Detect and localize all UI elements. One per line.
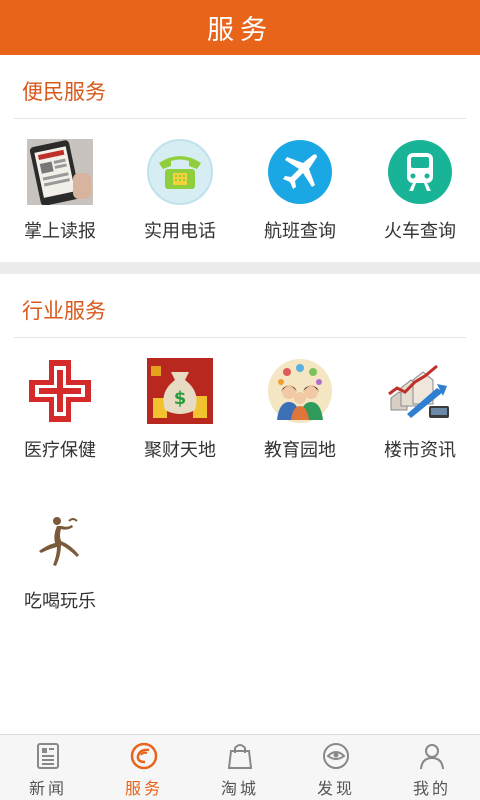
tab-service[interactable]: 服务: [96, 735, 192, 800]
section-divider: [14, 337, 466, 338]
newspaper-phone-icon: [27, 139, 93, 205]
train-icon: [387, 139, 453, 205]
section-title: 便民服务: [22, 80, 106, 104]
user-icon: [420, 744, 444, 770]
bottom-tab-bar: 新闻 服务 淘城 发现 我的: [0, 734, 480, 800]
tab-shopping[interactable]: 淘城: [192, 735, 288, 800]
convenience-services-section: 便民服务 掌上读报 实用电话 航班查询 火车查询: [0, 55, 480, 262]
grid-item-phone[interactable]: 实用电话: [120, 139, 240, 243]
grid-item-finance[interactable]: $ 聚财天地: [120, 358, 240, 462]
tab-label: 发现: [316, 779, 355, 798]
shopping-bag-icon: [227, 744, 253, 769]
news-icon: [37, 743, 59, 769]
grid-item-education[interactable]: 教育园地: [240, 358, 360, 462]
service-icon: [130, 742, 158, 770]
tab-label: 新闻: [28, 779, 67, 798]
grid-item-label: 医疗保健: [24, 440, 96, 461]
page-title: 服务: [207, 15, 273, 46]
tab-label: 淘城: [220, 779, 259, 798]
housing-chart-icon: [387, 358, 453, 424]
eye-icon: [323, 743, 349, 769]
tab-profile[interactable]: 我的: [384, 735, 480, 800]
tab-label: 我的: [412, 779, 451, 798]
grid-item-train[interactable]: 火车查询: [360, 139, 480, 243]
grid-item-label: 火车查询: [384, 221, 456, 242]
money-bag-icon: $: [147, 358, 213, 424]
industry-services-section: 行业服务 医疗保健 $ 聚财天地 教育园地 楼市资讯 吃喝玩乐: [0, 274, 480, 734]
grid-item-label: 实用电话: [144, 221, 216, 242]
grid-item-leisure[interactable]: 吃喝玩乐: [0, 509, 120, 613]
telephone-icon: [147, 139, 213, 205]
grid-item-label: 聚财天地: [144, 440, 216, 461]
red-cross-icon: [27, 358, 93, 424]
grid-item-label: 吃喝玩乐: [24, 591, 96, 612]
grid-item-label: 航班查询: [264, 221, 336, 242]
grid-item-housing[interactable]: 楼市资讯: [360, 358, 480, 462]
airplane-icon: [267, 139, 333, 205]
tab-news[interactable]: 新闻: [0, 735, 96, 800]
grid-item-label: 教育园地: [264, 440, 336, 461]
grid-item-newspaper[interactable]: 掌上读报: [0, 139, 120, 243]
tab-discover[interactable]: 发现: [288, 735, 384, 800]
tab-label: 服务: [124, 779, 163, 798]
grid-item-label: 掌上读报: [24, 221, 96, 242]
students-icon: [267, 358, 333, 424]
grid-item-healthcare[interactable]: 医疗保健: [0, 358, 120, 462]
section-separator: [0, 262, 480, 274]
svg-text:$: $: [174, 388, 187, 409]
grid-item-flight[interactable]: 航班查询: [240, 139, 360, 243]
section-title: 行业服务: [22, 299, 106, 323]
section-divider: [14, 118, 466, 119]
leisure-figure-icon: [27, 509, 93, 575]
grid-item-label: 楼市资讯: [384, 440, 456, 461]
top-bar: 服务: [0, 0, 480, 55]
